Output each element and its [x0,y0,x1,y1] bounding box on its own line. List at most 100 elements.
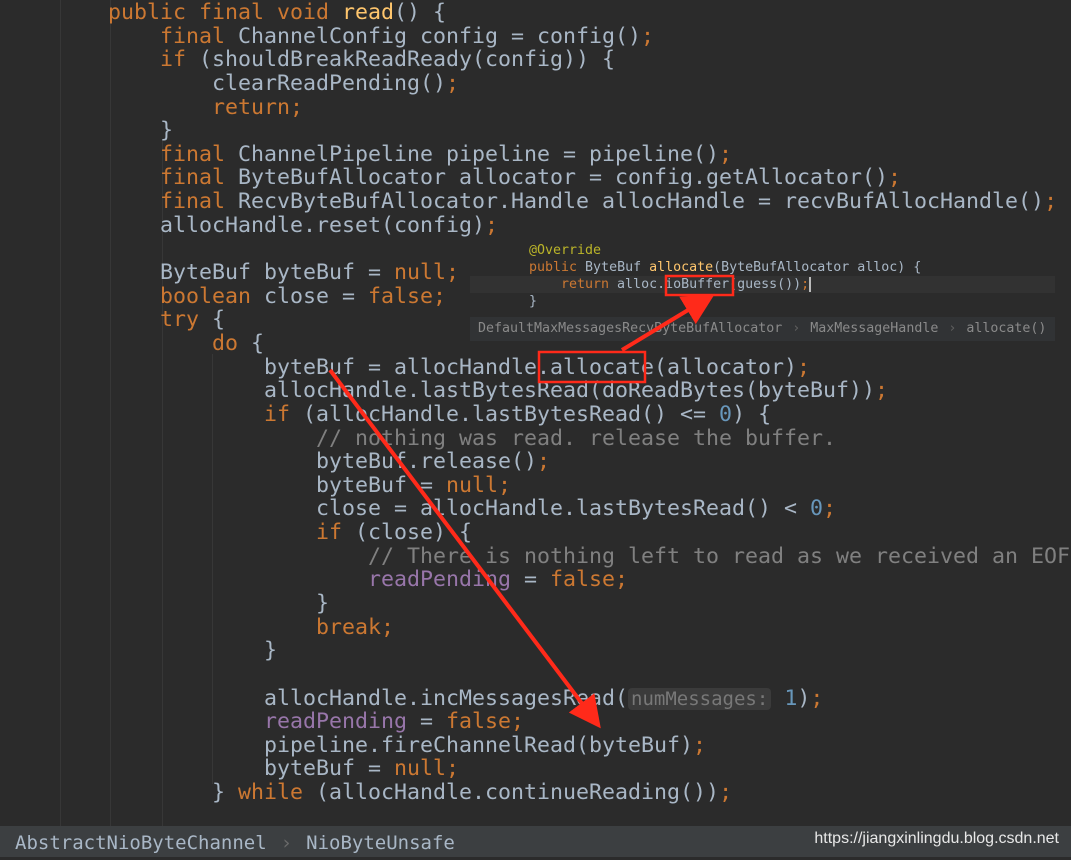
indent-guide [162,140,163,826]
code-token: ByteBufAllocator allocator = config.getA… [238,165,889,191]
breadcrumb-item[interactable]: AbstractNioByteChannel [15,832,267,854]
code-editor[interactable]: public final void read() {final ChannelC… [0,0,1071,826]
code-token: pipeline.fireChannelRead(byteBuf) [264,732,694,758]
gutter-divider [60,0,61,826]
code-token: ByteBuf byteBuf = [160,260,395,286]
code-token: alloc.ioBuffer(guess()) [617,277,802,292]
code-line: break; [316,615,394,640]
code-token: return [561,277,618,292]
popup-breadcrumb-item[interactable]: DefaultMaxMessagesRecvByteBufAllocator [478,321,782,336]
code-token: try [160,307,213,333]
code-token: null; [394,756,460,782]
code-line: readPending = false; [368,568,628,592]
code-line: public ByteBuf allocate(ByteBufAllocator… [529,259,921,276]
code-token: public final void [108,0,343,25]
parameter-hint: numMessages: [628,687,772,710]
popup-breadcrumb-item[interactable]: allocate() [966,321,1046,336]
code-token: ; [888,165,902,191]
code-token: (allocHandle.continueReading()) [316,780,720,806]
code-line: if (close) { [316,521,472,545]
code-token: byteBuf = [316,472,447,498]
code-token: 1 [784,685,798,711]
code-token: () { [394,0,447,25]
code-line: } [316,592,329,616]
code-line: if (shouldBreakReadReady(config)) { [160,48,615,72]
code-line: } [264,639,277,663]
code-token: return; [212,94,304,120]
code-line: final RecvByteBufAllocator.Handle allocH… [160,190,1057,214]
code-token: ; [537,449,551,475]
code-token: RecvByteBufAllocator.Handle allocHandle … [238,189,1045,215]
code-line: // nothing was read. release the buffer. [316,426,836,451]
breadcrumb-separator: › [280,832,293,854]
code-token: null; [446,472,512,498]
code-token: clearReadPending() [212,70,447,96]
code-token: null; [394,260,460,286]
code-token: { [251,330,265,356]
code-line: try { [160,308,225,332]
code-token: 0 [719,401,733,427]
breadcrumb-item[interactable]: NioByteUnsafe [306,832,455,854]
code-line: final ByteBufAllocator allocator = confi… [160,166,901,190]
code-token: allocHandle.lastBytesRead(doReadBytes(by… [264,378,876,404]
code-token: ChannelConfig config = config() [238,23,642,49]
code-line: public final void read() { [108,1,446,25]
code-token: ChannelPipeline pipeline = pipeline() [238,141,720,167]
code-line: boolean close = false; [160,283,446,309]
code-line: return alloc.ioBuffer(guess()); [561,276,812,293]
code-token: byteBuf.release() [316,449,538,475]
code-token: final [160,165,239,191]
code-token: false; [550,567,629,593]
code-token: boolean [160,283,265,309]
code-token: { [212,307,226,333]
code-token: if [316,520,356,546]
code-line: byteBuf.release(); [316,450,550,474]
code-line: do { [212,330,265,356]
code-line: close = allocHandle.lastBytesRead() < 0; [316,497,836,521]
code-token: ; [719,780,733,806]
code-token: @Override [529,243,602,258]
code-token: readPending [264,709,408,735]
code-token: ; [875,378,889,404]
code-token: (close) { [355,520,473,546]
popup-breadcrumb: DefaultMaxMessagesRecvByteBufAllocator › M… [470,317,1055,341]
code-line: } [160,119,173,143]
code-token: read [342,0,395,25]
code-line: allocHandle.reset(config); [160,212,498,238]
code-line: allocHandle.incMessagesRead(numMessages:… [264,685,823,711]
code-token: ; [446,70,460,96]
code-token: if [264,401,304,427]
code-token: (allocHandle.lastBytesRead() <= [303,401,720,427]
code-token: ) { [732,401,772,427]
code-token: false; [446,709,525,735]
code-token: ; [641,23,655,49]
code-line: ByteBuf byteBuf = null; [160,261,459,285]
code-token: } [316,591,330,616]
quick-definition-popup: @Override public ByteBuf allocate(ByteBuf… [470,240,1055,344]
code-token: allocHandle.reset(config) [160,212,486,238]
code-line: byteBuf = allocHandle.allocate(allocator… [264,355,810,380]
code-token: } [212,780,239,806]
code-token: while [238,780,317,806]
code-token: ; [823,496,837,522]
code-line: } while (allocHandle.continueReading()); [212,781,732,805]
code-token: } [529,294,538,309]
code-line: // There is nothing left to read as we r… [368,544,1071,569]
breadcrumb-separator: › [948,321,957,336]
breadcrumb-separator: › [792,321,801,336]
code-token: (shouldBreakReadReady(config)) { [199,47,616,73]
code-token: byteBuf = [264,756,395,782]
code-token: final [160,189,239,215]
breadcrumb-bar: AbstractNioByteChannel › NioByteUnsafe htt… [0,826,1071,857]
code-line: pipeline.fireChannelRead(byteBuf); [264,732,706,758]
code-token: close = [264,283,369,309]
popup-breadcrumb-item[interactable]: MaxMessageHandle [810,321,938,336]
code-token: ; [719,141,733,167]
code-token: ; [801,277,810,292]
code-line: @Override [529,242,601,259]
code-line: return; [212,94,304,120]
code-token: ; [1044,189,1058,215]
code-token: final [160,23,239,49]
code-token: final [160,141,239,167]
code-line: clearReadPending(); [212,70,460,96]
